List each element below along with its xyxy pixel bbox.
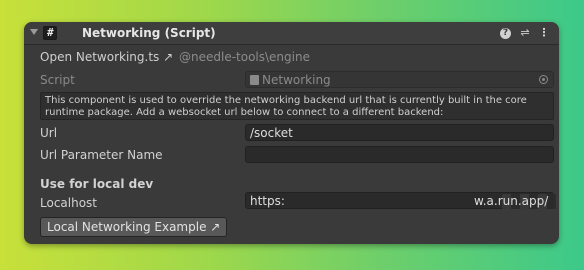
foldout-arrow-icon[interactable] xyxy=(30,29,38,35)
inspector-component-panel: # Networking (Script) ? ⇌ ⋮ Open Network… xyxy=(24,22,559,244)
enable-checkbox[interactable]: # xyxy=(43,26,57,40)
localhost-input[interactable]: https: w.a.run.app/ xyxy=(245,192,559,209)
url-parameter-name-label: Url Parameter Name xyxy=(40,148,163,162)
url-parameter-name-input[interactable] xyxy=(245,146,554,163)
open-script-link[interactable]: Open Networking.ts ↗ xyxy=(40,50,173,64)
localhost-label: Localhost xyxy=(40,196,98,210)
presets-icon[interactable]: ⇌ xyxy=(518,26,532,40)
local-networking-example-button[interactable]: Local Networking Example ↗ xyxy=(40,217,228,237)
package-label: @needle-tools\engine xyxy=(179,50,310,64)
script-hash-icon: # xyxy=(47,26,54,39)
component-title: Networking (Script) xyxy=(82,26,216,40)
script-file-icon xyxy=(250,75,259,85)
url-input[interactable]: /socket xyxy=(245,124,554,141)
help-icon[interactable]: ? xyxy=(500,28,511,39)
menu-icon[interactable]: ⋮ xyxy=(537,26,551,40)
help-box: This component is used to override the n… xyxy=(40,92,554,120)
script-field-value: Networking xyxy=(262,73,331,87)
localhost-value-suffix: w.a.run.app/ xyxy=(474,194,549,208)
localhost-value-prefix: https: xyxy=(250,194,285,208)
component-header[interactable]: # Networking (Script) ? ⇌ ⋮ xyxy=(24,22,559,45)
script-label: Script xyxy=(40,73,75,87)
object-picker-icon[interactable] xyxy=(539,75,548,84)
local-dev-header: Use for local dev xyxy=(40,177,154,191)
url-label: Url xyxy=(40,126,58,140)
script-field[interactable]: Networking xyxy=(245,71,554,88)
